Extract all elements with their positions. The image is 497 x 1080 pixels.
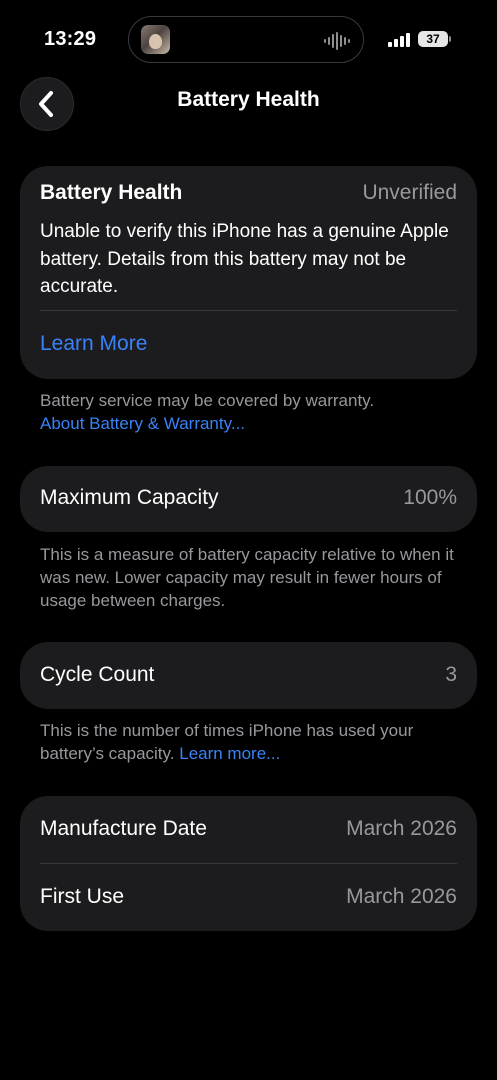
learn-more-link[interactable]: Learn More — [40, 332, 147, 356]
dates-card: Manufacture Date March 2026 First Use Ma… — [20, 796, 477, 931]
status-bar: 13:29 37 — [0, 0, 497, 80]
status-time: 13:29 — [44, 28, 97, 50]
cycle-count-card[interactable]: Cycle Count 3 — [20, 642, 477, 709]
contact-avatar-icon — [141, 25, 170, 54]
battery-health-status: Unverified — [362, 181, 457, 204]
battery-tip — [449, 36, 451, 42]
maximum-capacity-card[interactable]: Maximum Capacity 100% — [20, 466, 477, 532]
battery-health-message: Unable to verify this iPhone has a genui… — [40, 221, 449, 297]
divider — [40, 863, 457, 864]
cycle-note: This is the number of times iPhone has u… — [40, 719, 470, 765]
maximum-capacity-value: 100% — [403, 486, 457, 509]
first-use-label: First Use — [40, 885, 124, 908]
cycle-count-label: Cycle Count — [40, 663, 155, 686]
dynamic-island[interactable] — [128, 16, 364, 63]
cellular-signal-icon — [388, 33, 410, 47]
capacity-note: This is a measure of battery capacity re… — [40, 545, 454, 610]
battery-health-label: Battery Health — [40, 181, 183, 204]
battery-icon: 37 — [418, 31, 448, 47]
maximum-capacity-label: Maximum Capacity — [40, 486, 219, 509]
about-battery-warranty-link[interactable]: About Battery & Warranty... — [40, 414, 245, 433]
cycle-learn-more-link[interactable]: Learn more... — [179, 744, 280, 763]
cycle-count-value: 3 — [445, 663, 457, 686]
first-use-value: March 2026 — [346, 885, 457, 908]
audio-waveform-icon — [324, 32, 350, 50]
warranty-note: Battery service may be covered by warran… — [40, 389, 470, 435]
page-title: Battery Health — [177, 88, 320, 111]
divider — [40, 310, 457, 311]
warranty-note-text: Battery service may be covered by warran… — [40, 391, 375, 410]
manufacture-date-label: Manufacture Date — [40, 817, 207, 840]
manufacture-date-value: March 2026 — [346, 817, 457, 840]
battery-health-card: Battery Health Unverified Unable to veri… — [20, 166, 477, 379]
